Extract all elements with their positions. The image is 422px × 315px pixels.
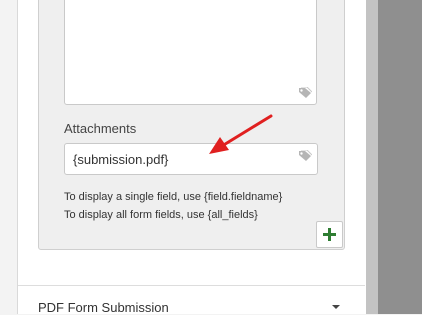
modal-overlay [378, 0, 422, 314]
add-button[interactable] [316, 221, 343, 248]
help-all-fields: To display all form fields, use {all_fie… [64, 209, 258, 221]
left-gutter [0, 0, 18, 314]
caret-down-icon[interactable] [332, 305, 340, 309]
annotation-arrow-icon [209, 114, 273, 154]
attachments-value: {submission.pdf} [73, 152, 169, 167]
tag-icon[interactable] [298, 150, 312, 162]
plus-icon [323, 228, 336, 241]
section-divider [18, 285, 365, 286]
help-single-field: To display a single field, use {field.fi… [64, 191, 283, 203]
attachments-label: Attachments [64, 121, 137, 136]
message-textarea[interactable] [64, 0, 317, 105]
tag-icon[interactable] [298, 87, 312, 99]
scrollbar[interactable] [366, 0, 378, 314]
section-title[interactable]: PDF Form Submission [38, 300, 169, 315]
